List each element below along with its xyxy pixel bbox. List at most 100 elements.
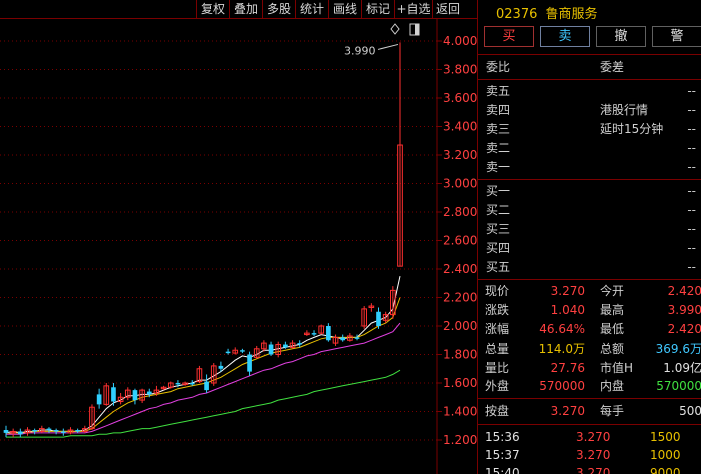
y-tick-label: 3.800 (443, 63, 477, 77)
candle-body (32, 430, 37, 432)
y-tick-label: 3.600 (443, 91, 477, 105)
candle-body (75, 430, 80, 432)
buy-level-row[interactable]: 买四 -- (478, 239, 701, 257)
candle-body (17, 431, 23, 435)
sell-level-label: 卖五 (486, 84, 511, 98)
volume-ratio-label: 量比 (485, 361, 510, 375)
high-label: 最高 (600, 303, 625, 317)
buy-level-value: -- (687, 222, 696, 236)
toolbar-button-6[interactable]: +自选 (394, 0, 432, 19)
candle-body (354, 337, 360, 339)
inner-value: 570000 (656, 379, 701, 393)
toolbar-button-4[interactable]: 画线 (328, 0, 361, 19)
candle-body (53, 430, 59, 432)
sell-level-label: 卖一 (486, 160, 511, 174)
toolbar-button-7[interactable]: 返回 (432, 0, 463, 19)
divider (478, 279, 701, 280)
price-value: 3.270 (550, 284, 585, 298)
candle-body (340, 337, 346, 341)
buy-level-row[interactable]: 买一 -- (478, 182, 701, 200)
y-tick-label: 3.000 (443, 177, 477, 191)
toolbar-button-1[interactable]: 叠加 (229, 0, 262, 19)
sell-level-row[interactable]: 卖一 -- (478, 158, 701, 176)
tick-time: 15:36 (485, 430, 520, 444)
candle-body (311, 333, 317, 335)
high-arrow (377, 43, 399, 50)
price-label: 现价 (485, 284, 510, 298)
candle-body (376, 311, 381, 326)
candle-body (111, 387, 116, 402)
buy-level-label: 买四 (486, 241, 511, 255)
diamond-icon (390, 23, 400, 35)
y-tick-label: 2.800 (443, 205, 477, 219)
outer-label: 外盘 (485, 379, 510, 393)
buy-level-value: -- (687, 260, 696, 274)
tick-time: 15:37 (485, 448, 520, 462)
y-tick-label: 3.200 (443, 148, 477, 162)
toolbar-button-2[interactable]: 多股 (262, 0, 295, 19)
sell-level-value: -- (687, 141, 696, 155)
quote-row-pct: 涨幅 46.64% 最低 2.420 (478, 320, 701, 338)
chart-toolbar: 复权 叠加 多股 统计 画线 标记 +自选 返回 (0, 0, 477, 19)
buy-level-row[interactable]: 买三 -- (478, 220, 701, 238)
open-value: 2.420 (667, 284, 701, 298)
volume-ratio-value: 27.76 (550, 361, 585, 375)
sell-level-label: 卖二 (486, 141, 511, 155)
buy-level-label: 买二 (486, 203, 511, 217)
high-annotation: 3.990 (344, 44, 376, 57)
stock-code: 02376 (496, 7, 538, 22)
bid-label: 按盘 (485, 404, 510, 418)
tick-row: 15:36 3.270 1500 (478, 428, 701, 446)
lot-label: 每手 (600, 404, 625, 418)
candle-body (283, 344, 288, 348)
candle-body (146, 391, 152, 395)
pct-label: 涨幅 (485, 322, 510, 336)
buy-level-value: -- (687, 203, 696, 217)
buy-level-value: -- (687, 184, 696, 198)
divider (478, 424, 701, 425)
sell-level-row[interactable]: 卖二 -- (478, 139, 701, 157)
lot-value: 500 (679, 404, 701, 418)
low-value: 2.420 (667, 322, 701, 336)
buy-level-row[interactable]: 买二 -- (478, 201, 701, 219)
tick-row: 15:37 3.270 1000 (478, 446, 701, 464)
y-tick-label: 2.000 (443, 319, 477, 333)
stock-title: 02376 鲁商服务 (496, 3, 598, 22)
amount-value: 369.6万 (655, 342, 701, 356)
quote-row-change: 涨跌 1.040 最高 3.990 (478, 301, 701, 319)
tick-volume: 9000 (650, 466, 681, 474)
kline-chart[interactable]: 4.000 3.800 3.600 3.400 3.200 3.000 2.800 2.600… (0, 19, 477, 474)
candle-body (96, 394, 102, 405)
y-tick-label: 1.400 (443, 405, 477, 419)
trade-actions: 买 卖 撤 警 (484, 26, 701, 48)
toolbar-button-3[interactable]: 统计 (295, 0, 328, 19)
quote-row-volume: 总量 114.0万 总额 369.6万 (478, 340, 701, 358)
buy-level-row[interactable]: 买五 -- (478, 258, 701, 276)
sell-button[interactable]: 卖 (540, 26, 590, 47)
volume-value: 114.0万 (538, 342, 585, 356)
tick-row: 15:40 3.270 9000 (478, 464, 701, 474)
ma-line-1 (5, 297, 401, 435)
toolbar-button-0[interactable]: 复权 (196, 0, 229, 19)
toolbar-button-5[interactable]: 标记 (361, 0, 394, 19)
divider (478, 79, 701, 80)
kline-svg[interactable]: 4.000 3.800 3.600 3.400 3.200 3.000 2.800 2.600… (0, 19, 477, 474)
cancel-order-button[interactable]: 撤 (596, 26, 646, 47)
divider (478, 54, 701, 55)
tick-price: 3.270 (576, 448, 611, 462)
market-cap-value: 1.09亿 (663, 361, 701, 375)
notice-line-2: 延时15分钟 (478, 120, 701, 138)
candle-body (240, 350, 245, 352)
buy-level-label: 买五 (486, 260, 511, 274)
sell-level-row[interactable]: 卖五 -- (478, 82, 701, 100)
buy-level-label: 买三 (486, 222, 511, 236)
alert-button[interactable]: 警 (652, 26, 701, 47)
change-value: 1.040 (550, 303, 585, 317)
buy-button[interactable]: 买 (484, 26, 534, 47)
candle-body (46, 428, 52, 431)
panel-toggle-fill (415, 24, 419, 35)
tick-volume: 1000 (650, 448, 681, 462)
buy-level-label: 买一 (486, 184, 511, 198)
candle-body (225, 351, 231, 354)
y-tick-label: 4.000 (443, 34, 477, 48)
